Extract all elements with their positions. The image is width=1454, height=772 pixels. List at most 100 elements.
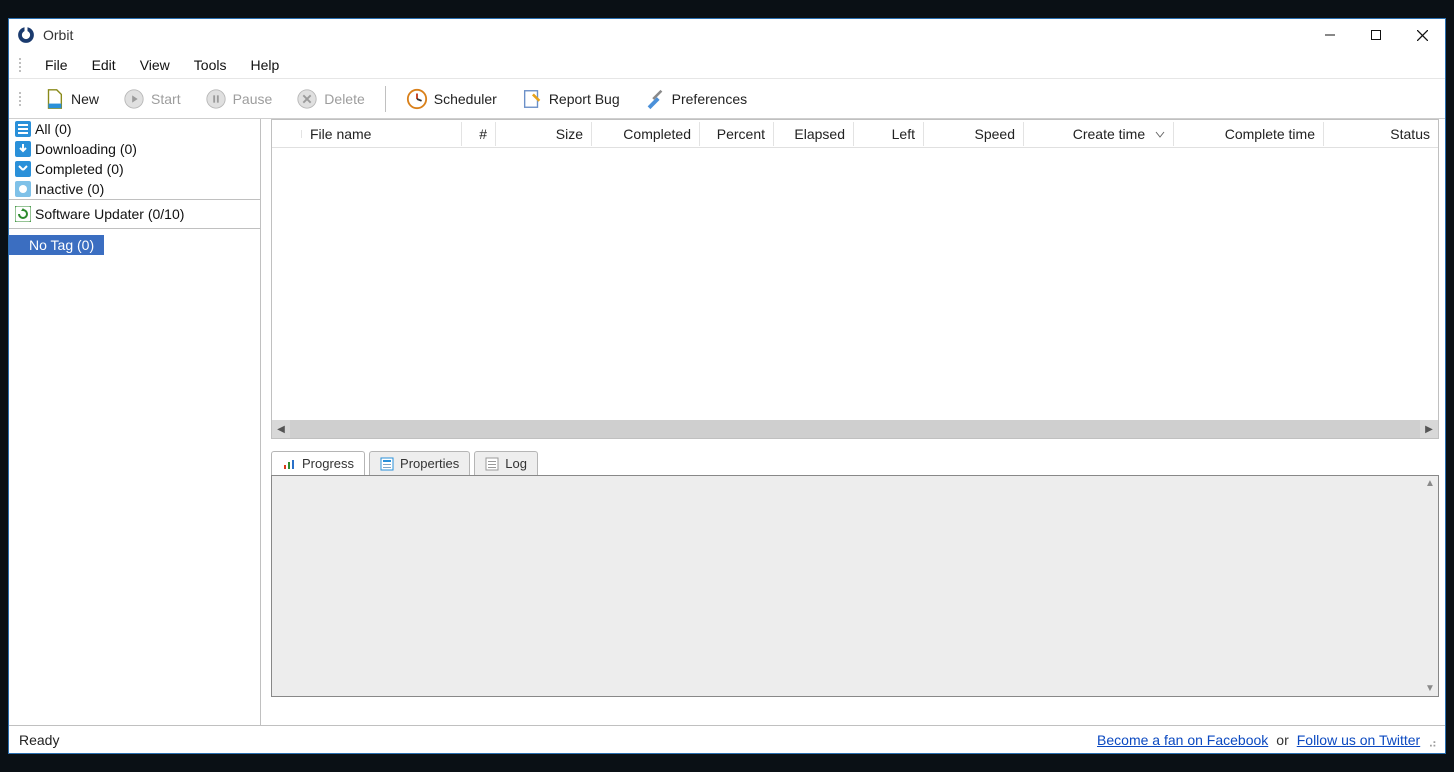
- scroll-track[interactable]: [290, 420, 1420, 438]
- sidebar-item-label: Software Updater (0/10): [35, 206, 184, 222]
- sidebar-item-label: Downloading (0): [35, 141, 137, 157]
- status-bar: Ready Become a fan on Facebook or Follow…: [9, 725, 1445, 753]
- sidebar-item-label: Inactive (0): [35, 181, 104, 197]
- horizontal-scrollbar[interactable]: ◀ ▶: [272, 420, 1438, 438]
- content-area: All (0) Downloading (0) Completed (0) In…: [9, 119, 1445, 725]
- resize-grip-icon[interactable]: ⣠: [1428, 733, 1435, 747]
- chart-icon: [282, 457, 296, 471]
- main-area: File name # Size Completed Percent Elaps…: [261, 119, 1445, 725]
- clock-icon: [406, 88, 428, 110]
- sidebar-item-inactive[interactable]: Inactive (0): [9, 179, 260, 199]
- sort-desc-icon: [1155, 126, 1165, 142]
- new-button[interactable]: New: [33, 84, 109, 114]
- scroll-down-icon[interactable]: ▼: [1425, 683, 1435, 694]
- sidebar-item-label: No Tag (0): [29, 237, 94, 253]
- minimize-button[interactable]: [1307, 19, 1353, 51]
- list-header: File name # Size Completed Percent Elaps…: [272, 120, 1438, 148]
- tab-log[interactable]: Log: [474, 451, 538, 475]
- column-create-time-label: Create time: [1073, 126, 1145, 142]
- app-icon: [17, 26, 35, 44]
- pause-icon: [205, 88, 227, 110]
- detail-tabs: Progress Properties Log: [271, 451, 1439, 475]
- report-bug-button-label: Report Bug: [549, 91, 620, 107]
- menu-tools[interactable]: Tools: [182, 53, 239, 77]
- sidebar-item-completed[interactable]: Completed (0): [9, 159, 260, 179]
- toolbar: New Start Pause Delete Scheduler Report …: [9, 79, 1445, 119]
- sidebar-item-label: All (0): [35, 121, 72, 137]
- menu-help[interactable]: Help: [238, 53, 291, 77]
- sidebar-group-updater: Software Updater (0/10): [9, 199, 260, 228]
- menu-view[interactable]: View: [128, 53, 182, 77]
- delete-button[interactable]: Delete: [286, 84, 374, 114]
- column-elapsed[interactable]: Elapsed: [774, 122, 854, 146]
- column-num[interactable]: #: [462, 122, 496, 146]
- toolbar-grip[interactable]: [19, 92, 25, 106]
- list-body-empty[interactable]: [272, 148, 1438, 420]
- sidebar-group-tags: No Tag (0): [9, 228, 260, 261]
- report-bug-button[interactable]: Report Bug: [511, 84, 630, 114]
- titlebar[interactable]: Orbit: [9, 19, 1445, 51]
- updater-icon: [15, 206, 31, 222]
- start-button[interactable]: Start: [113, 84, 191, 114]
- column-icon[interactable]: [272, 130, 302, 138]
- column-speed[interactable]: Speed: [924, 122, 1024, 146]
- scroll-right-icon[interactable]: ▶: [1420, 420, 1438, 438]
- menu-edit[interactable]: Edit: [80, 53, 128, 77]
- sidebar-item-downloading[interactable]: Downloading (0): [9, 139, 260, 159]
- status-or-text: or: [1276, 732, 1288, 748]
- column-status[interactable]: Status: [1324, 122, 1438, 146]
- twitter-link[interactable]: Follow us on Twitter: [1297, 732, 1420, 748]
- play-icon: [123, 88, 145, 110]
- vertical-scrollbar[interactable]: ▲ ▼: [1422, 476, 1438, 696]
- sidebar-group-status: All (0) Downloading (0) Completed (0) In…: [9, 119, 260, 199]
- start-button-label: Start: [151, 91, 181, 107]
- inactive-icon: [15, 181, 31, 197]
- app-window: Orbit File Edit View Tools Help New Star…: [8, 18, 1446, 754]
- download-list: File name # Size Completed Percent Elaps…: [271, 119, 1439, 439]
- column-percent[interactable]: Percent: [700, 122, 774, 146]
- menubar: File Edit View Tools Help: [9, 51, 1445, 79]
- list-icon: [15, 121, 31, 137]
- sidebar: All (0) Downloading (0) Completed (0) In…: [9, 119, 261, 725]
- scroll-left-icon[interactable]: ◀: [272, 420, 290, 438]
- window-title: Orbit: [43, 27, 73, 43]
- new-button-label: New: [71, 91, 99, 107]
- facebook-link[interactable]: Become a fan on Facebook: [1097, 732, 1268, 748]
- menu-file[interactable]: File: [33, 53, 80, 77]
- tools-icon: [644, 88, 666, 110]
- column-filename[interactable]: File name: [302, 122, 462, 146]
- completed-icon: [15, 161, 31, 177]
- preferences-button[interactable]: Preferences: [634, 84, 757, 114]
- column-complete-time[interactable]: Complete time: [1174, 122, 1324, 146]
- scheduler-button[interactable]: Scheduler: [396, 84, 507, 114]
- log-icon: [485, 457, 499, 471]
- tab-properties-label: Properties: [400, 456, 459, 471]
- close-button[interactable]: [1399, 19, 1445, 51]
- tab-progress-label: Progress: [302, 456, 354, 471]
- detail-panel: ▲ ▼: [271, 475, 1439, 697]
- column-left[interactable]: Left: [854, 122, 924, 146]
- sidebar-item-software-updater[interactable]: Software Updater (0/10): [9, 204, 260, 224]
- status-text: Ready: [19, 732, 59, 748]
- scheduler-button-label: Scheduler: [434, 91, 497, 107]
- report-icon: [521, 88, 543, 110]
- scroll-up-icon[interactable]: ▲: [1425, 478, 1435, 489]
- sidebar-item-all[interactable]: All (0): [9, 119, 260, 139]
- column-create-time[interactable]: Create time: [1024, 122, 1174, 146]
- tab-log-label: Log: [505, 456, 527, 471]
- delete-button-label: Delete: [324, 91, 364, 107]
- maximize-button[interactable]: [1353, 19, 1399, 51]
- column-size[interactable]: Size: [496, 122, 592, 146]
- properties-icon: [380, 457, 394, 471]
- sidebar-item-no-tag[interactable]: No Tag (0): [9, 235, 104, 255]
- toolbar-separator: [385, 86, 386, 112]
- pause-button[interactable]: Pause: [195, 84, 283, 114]
- pause-button-label: Pause: [233, 91, 273, 107]
- preferences-button-label: Preferences: [672, 91, 747, 107]
- tab-progress[interactable]: Progress: [271, 451, 365, 475]
- tab-properties[interactable]: Properties: [369, 451, 470, 475]
- column-completed[interactable]: Completed: [592, 122, 700, 146]
- menubar-grip[interactable]: [19, 58, 25, 72]
- sidebar-item-label: Completed (0): [35, 161, 124, 177]
- download-arrow-icon: [15, 141, 31, 157]
